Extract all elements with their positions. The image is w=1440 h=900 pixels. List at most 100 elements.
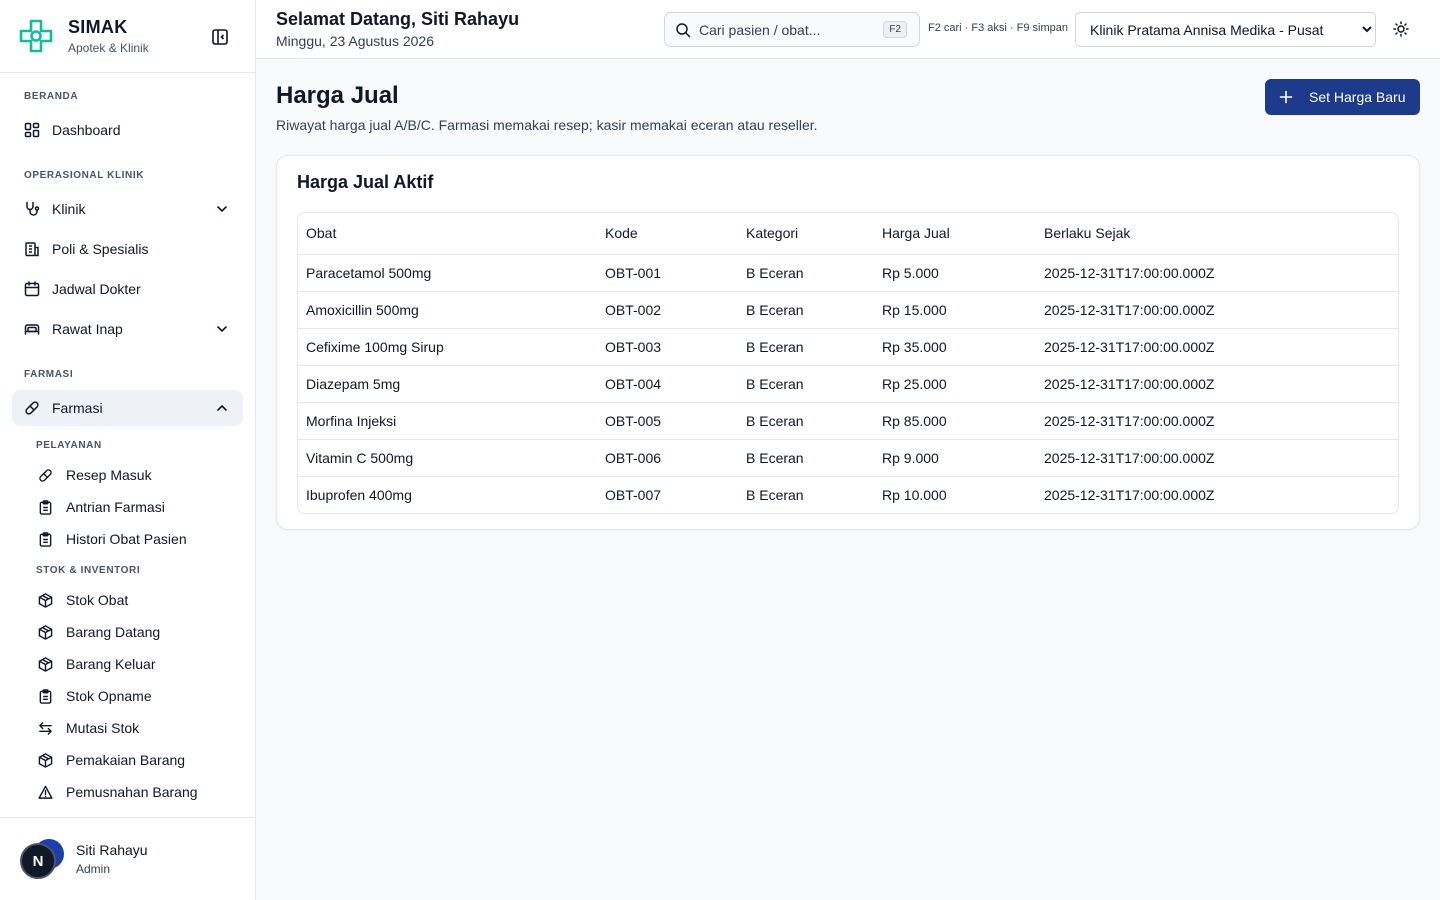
- cell-harga: Rp 5.000: [874, 254, 1036, 292]
- sidebar-item-dashboard[interactable]: Dashboard: [12, 112, 243, 148]
- set-harga-baru-button[interactable]: Set Harga Baru: [1265, 79, 1420, 115]
- sidebar-item-label: Stok Opname: [66, 688, 152, 704]
- shortcuts-hint: F2 cari · F3 aksi · F9 simpan: [928, 22, 1068, 34]
- page-subtitle: Riwayat harga jual A/B/C. Farmasi memaka…: [276, 117, 818, 133]
- sidebar-item-label: Klinik: [52, 201, 86, 217]
- section-label-pelayanan: PELAYANAN: [36, 440, 102, 451]
- cell-berlaku: 2025-12-31T17:00:00.000Z: [1036, 365, 1398, 403]
- cell-obat: Paracetamol 500mg: [298, 254, 597, 292]
- cell-kode: OBT-006: [597, 439, 738, 477]
- avatar-initial: N: [20, 843, 56, 879]
- column-header-harga: Harga Jual: [874, 213, 1036, 255]
- sidebar-item-antrian-farmasi[interactable]: Antrian Farmasi: [26, 493, 243, 521]
- sidebar-item-label: Resep Masuk: [66, 467, 152, 483]
- table-row[interactable]: Paracetamol 500mg OBT-001 B Eceran Rp 5.…: [298, 254, 1398, 292]
- card-title: Harga Jual Aktif: [297, 172, 434, 192]
- calendar-icon: [24, 281, 40, 297]
- sidebar-item-label: Pemakaian Barang: [66, 752, 186, 768]
- button-label: Set Harga Baru: [1309, 89, 1406, 105]
- clipboard-icon: [39, 531, 52, 547]
- sidebar-collapse-icon[interactable]: [211, 28, 229, 46]
- sidebar-item-pemusnahan-barang[interactable]: Pemusnahan Barang: [26, 778, 243, 806]
- sidebar-item-label: Farmasi: [52, 400, 103, 416]
- chevron-up-icon: [217, 404, 227, 411]
- sidebar-item-pemakaian-barang[interactable]: Pemakaian Barang: [26, 746, 243, 774]
- cell-berlaku: 2025-12-31T17:00:00.000Z: [1036, 402, 1398, 440]
- clinic-select[interactable]: Klinik Pratama Annisa Medika - Pusat: [1075, 12, 1376, 47]
- table-row[interactable]: Cefixime 100mg Sirup OBT-003 B Eceran Rp…: [298, 328, 1398, 366]
- topbar: Selamat Datang, Siti Rahayu Minggu, 23 A…: [256, 0, 1440, 59]
- harga-jual-table: Obat Kode Kategori Harga Jual Berlaku Se…: [298, 213, 1398, 513]
- harga-jual-card: Harga Jual Aktif Obat Kode Kategori Harg…: [276, 155, 1420, 530]
- sidebar-item-barang-keluar[interactable]: Barang Keluar: [26, 650, 243, 678]
- table-header-row: Obat Kode Kategori Harga Jual Berlaku Se…: [298, 213, 1398, 255]
- cell-harga: Rp 85.000: [874, 402, 1036, 440]
- sidebar-item-barang-datang[interactable]: Barang Datang: [26, 618, 243, 646]
- cell-berlaku: 2025-12-31T17:00:00.000Z: [1036, 328, 1398, 366]
- sun-icon[interactable]: [1393, 21, 1409, 37]
- harga-jual-table-wrap: Obat Kode Kategori Harga Jual Berlaku Se…: [297, 212, 1399, 514]
- bed-icon: [24, 324, 40, 335]
- sidebar-item-stok-opname[interactable]: Stok Opname: [26, 682, 243, 710]
- cell-berlaku: 2025-12-31T17:00:00.000Z: [1036, 439, 1398, 477]
- sidebar-item-mutasi-stok[interactable]: Mutasi Stok: [26, 714, 243, 742]
- page-title: Harga Jual: [276, 82, 399, 109]
- plus-icon: [1279, 90, 1293, 104]
- stethoscope-icon: [26, 201, 40, 216]
- greeting: Selamat Datang, Siti Rahayu: [276, 9, 520, 29]
- cell-obat: Vitamin C 500mg: [298, 439, 597, 477]
- chevron-down-icon: [217, 326, 227, 333]
- cell-obat: Cefixime 100mg Sirup: [298, 328, 597, 366]
- sidebar-item-label: Histori Obat Pasien: [66, 531, 187, 547]
- sidebar-item-histori-obat[interactable]: Histori Obat Pasien: [26, 525, 243, 553]
- sidebar-item-jadwal[interactable]: Jadwal Dokter: [12, 271, 243, 307]
- cell-harga: Rp 25.000: [874, 365, 1036, 403]
- current-date: Minggu, 23 Agustus 2026: [276, 33, 435, 49]
- section-label-farmasi: FARMASI: [24, 369, 74, 380]
- search-shortcut-badge: F2: [883, 21, 907, 38]
- sidebar-item-label: Poli & Spesialis: [52, 241, 149, 257]
- cell-obat: Amoxicillin 500mg: [298, 291, 597, 329]
- sidebar-item-resep-masuk[interactable]: Resep Masuk: [26, 461, 243, 489]
- sidebar-item-label: Barang Datang: [66, 624, 161, 640]
- cell-harga: Rp 9.000: [874, 439, 1036, 477]
- cell-berlaku: 2025-12-31T17:00:00.000Z: [1044, 486, 1215, 503]
- sidebar-item-label: Pemusnahan Barang: [66, 784, 198, 800]
- brand-name: SIMAK: [68, 17, 128, 37]
- sidebar-item-farmasi[interactable]: Farmasi: [12, 390, 243, 426]
- sidebar-item-klinik[interactable]: Klinik: [12, 191, 243, 227]
- chevron-down-icon: [217, 206, 227, 213]
- dashboard-icon: [24, 122, 40, 138]
- package-icon: [38, 752, 53, 768]
- table-row[interactable]: Ibuprofen 400mg OBT-007 B Eceran Rp 10.0…: [298, 476, 1398, 513]
- cell-kode: OBT-004: [597, 365, 738, 403]
- sidebar-item-poli[interactable]: Poli & Spesialis: [12, 231, 243, 267]
- cell-obat: Morfina Injeksi: [298, 402, 597, 440]
- table-row[interactable]: Diazepam 5mg OBT-004 B Eceran Rp 25.000 …: [298, 365, 1398, 403]
- cell-kategori: B Eceran: [738, 439, 874, 477]
- column-header-berlaku: Berlaku Sejak: [1036, 213, 1398, 255]
- table-row[interactable]: Morfina Injeksi OBT-005 B Eceran Rp 85.0…: [298, 402, 1398, 440]
- search-box[interactable]: F2: [664, 12, 920, 47]
- cell-harga: Rp 15.000: [874, 291, 1036, 329]
- table-row[interactable]: Amoxicillin 500mg OBT-002 B Eceran Rp 15…: [298, 291, 1398, 329]
- table-row[interactable]: Vitamin C 500mg OBT-006 B Eceran Rp 9.00…: [298, 439, 1398, 477]
- sidebar: SIMAK Apotek & Klinik BERANDA Dashboard …: [0, 0, 256, 900]
- search-icon: [676, 22, 691, 37]
- cell-berlaku: 2025-12-31T17:00:00.000Z: [1036, 254, 1398, 292]
- sidebar-item-label: Jadwal Dokter: [52, 281, 141, 297]
- search-input[interactable]: [699, 21, 869, 38]
- column-header-obat: Obat: [298, 213, 597, 255]
- pill-icon: [39, 468, 52, 482]
- clipboard-icon: [39, 499, 52, 515]
- sidebar-item-label: Mutasi Stok: [66, 720, 140, 736]
- column-header-kode: Kode: [597, 213, 738, 255]
- sidebar-item-stok-obat[interactable]: Stok Obat: [26, 586, 243, 614]
- sidebar-item-label: Stok Obat: [66, 592, 129, 608]
- sidebar-item-rawat-inap[interactable]: Rawat Inap: [12, 311, 243, 347]
- pill-icon: [25, 401, 39, 415]
- arrows-swap-icon: [39, 721, 52, 735]
- user-profile[interactable]: N Siti Rahayu Admin: [0, 817, 255, 900]
- section-label-stok: STOK & INVENTORI: [36, 565, 141, 576]
- cell-harga: Rp 10.000: [882, 486, 947, 503]
